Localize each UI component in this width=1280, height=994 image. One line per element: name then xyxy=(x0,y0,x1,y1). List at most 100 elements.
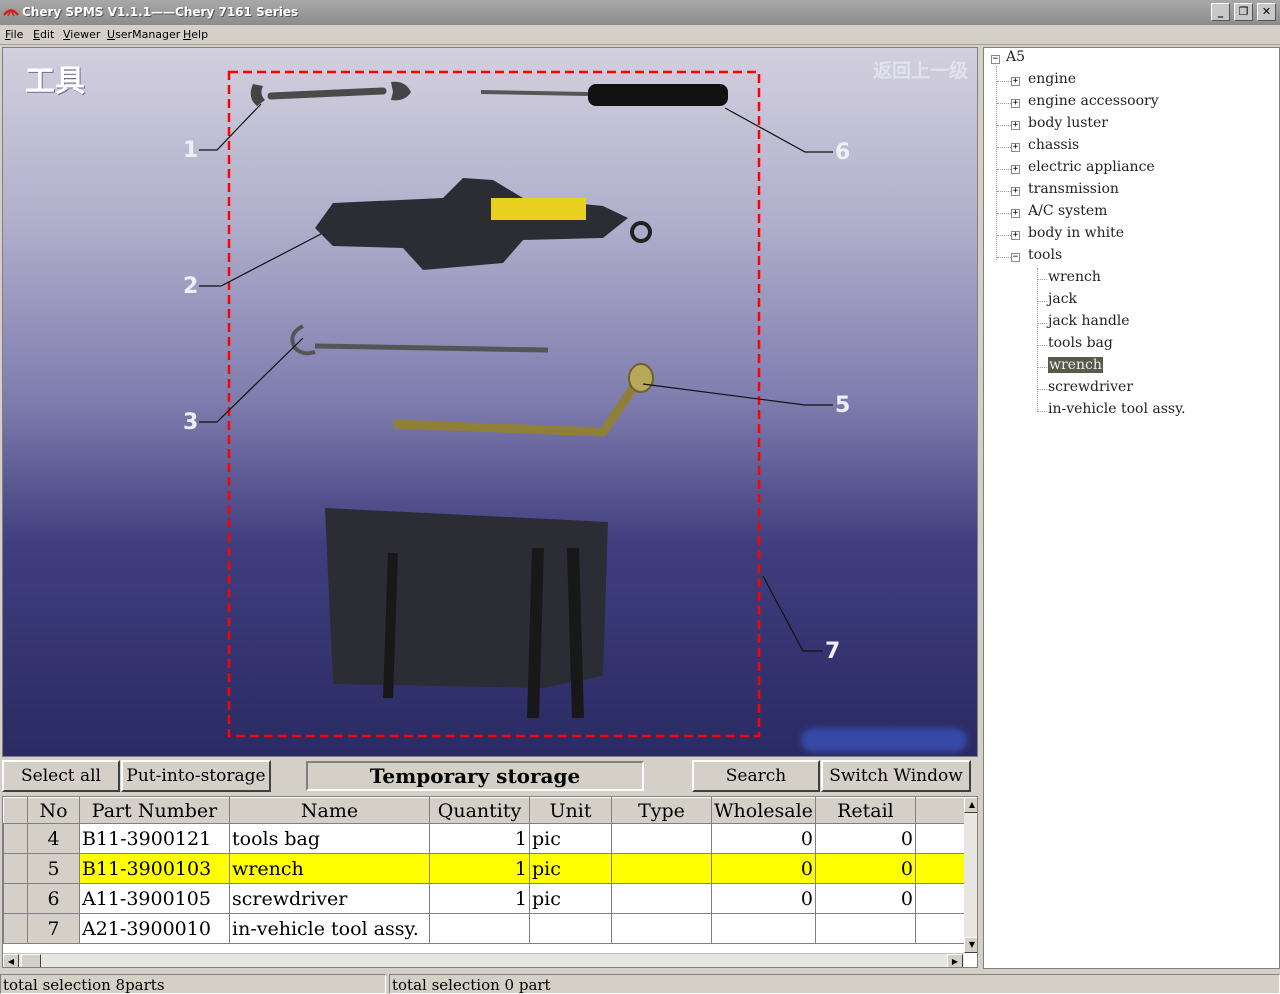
cell-part[interactable]: B11-3900121 xyxy=(79,823,230,854)
scroll-up-icon[interactable]: ▲ xyxy=(964,797,977,813)
root-collapse-icon[interactable]: − xyxy=(991,55,1000,64)
header-no[interactable]: No xyxy=(27,797,80,824)
callout-2[interactable]: 2 xyxy=(183,274,198,299)
cell-wholesale[interactable]: 0 xyxy=(711,883,816,914)
collapse-icon[interactable]: − xyxy=(1011,253,1020,262)
expand-icon[interactable]: + xyxy=(1011,187,1020,196)
cell-name[interactable]: tools bag xyxy=(229,823,430,854)
expand-icon[interactable]: + xyxy=(1011,121,1020,130)
expand-icon[interactable]: + xyxy=(1011,165,1020,174)
cell-no[interactable]: 5 xyxy=(27,853,80,884)
cell-wholesale[interactable]: 0 xyxy=(711,823,816,854)
tree-item-chassis[interactable]: chassis xyxy=(1028,137,1079,157)
parts-grid[interactable]: No Part Number Name Quantity Unit Type W… xyxy=(2,796,978,968)
parts-diagram[interactable]: 工具 返回上一级 1 2 3 5 6 7 xyxy=(2,47,978,757)
cell-qty[interactable] xyxy=(429,913,530,944)
expand-icon[interactable]: + xyxy=(1011,77,1020,86)
header-type[interactable]: Type xyxy=(611,797,712,824)
cell-type[interactable] xyxy=(611,883,712,914)
cell-qty[interactable]: 1 xyxy=(429,883,530,914)
cell-name[interactable]: screwdriver xyxy=(229,883,430,914)
cell-part[interactable]: B11-3900103 xyxy=(79,853,230,884)
cell-name[interactable]: in-vehicle tool assy. xyxy=(229,913,430,944)
select-all-button[interactable]: Select all xyxy=(2,760,120,792)
close-icon[interactable]: ✕ xyxy=(1257,3,1276,21)
parts-tree[interactable]: − A5 + engine + engine accessoory + body lust… xyxy=(983,47,1280,969)
cell-unit[interactable]: pic xyxy=(529,883,612,914)
put-into-storage-button[interactable]: Put-into-storage xyxy=(121,760,271,792)
expand-icon[interactable]: + xyxy=(1011,231,1020,240)
grid-horizontal-scrollbar[interactable]: ◀ ▶ xyxy=(3,953,964,967)
maximize-icon[interactable]: ❐ xyxy=(1234,3,1253,21)
tree-item-body-luster[interactable]: body luster xyxy=(1028,115,1108,135)
cell-retail[interactable]: 0 xyxy=(814,853,916,884)
tree-item-engine[interactable]: engine xyxy=(1028,71,1076,91)
tree-item-tools[interactable]: tools xyxy=(1028,247,1062,267)
header-unit[interactable]: Unit xyxy=(529,797,612,824)
cell-part[interactable]: A11-3900105 xyxy=(79,883,230,914)
expand-icon[interactable]: + xyxy=(1011,99,1020,108)
tree-item-transmission[interactable]: transmission xyxy=(1028,181,1119,201)
cell-unit[interactable]: pic xyxy=(529,823,612,854)
menu-edit[interactable]: Edit xyxy=(33,28,54,41)
table-row[interactable]: 4 B11-3900121 tools bag 1 pic 0 0 xyxy=(3,823,966,854)
tree-item-tools-wrench[interactable]: wrench xyxy=(1048,357,1103,377)
tree-item-engine-accessoory[interactable]: engine accessoory xyxy=(1028,93,1159,113)
tree-item-tools-in-vehicle-tool-assy-[interactable]: in-vehicle tool assy. xyxy=(1048,401,1186,421)
switch-window-button[interactable]: Switch Window xyxy=(821,760,971,792)
expand-icon[interactable]: + xyxy=(1011,209,1020,218)
header-part-number[interactable]: Part Number xyxy=(79,797,230,824)
cell-part[interactable]: A21-3900010 xyxy=(79,913,230,944)
cell-no[interactable]: 7 xyxy=(27,913,80,944)
callout-3[interactable]: 3 xyxy=(183,410,198,435)
table-row[interactable]: 7 A21-3900010 in-vehicle tool assy. xyxy=(3,913,966,944)
callout-7[interactable]: 7 xyxy=(825,639,840,664)
menu-usermanager[interactable]: UserManager xyxy=(107,28,180,41)
minimize-icon[interactable]: _ xyxy=(1211,3,1230,21)
row-indicator[interactable] xyxy=(3,853,28,884)
tree-item-a-c-system[interactable]: A/C system xyxy=(1028,203,1107,223)
tree-item-tools-jack[interactable]: jack xyxy=(1048,291,1077,311)
row-indicator[interactable] xyxy=(3,883,28,914)
tree-item-body-in-white[interactable]: body in white xyxy=(1028,225,1124,245)
cell-retail[interactable]: 0 xyxy=(814,823,916,854)
tree-item-tools-tools-bag[interactable]: tools bag xyxy=(1048,335,1113,355)
cell-qty[interactable]: 1 xyxy=(429,823,530,854)
row-indicator[interactable] xyxy=(3,913,28,944)
scroll-down-icon[interactable]: ▼ xyxy=(964,937,977,953)
cell-type[interactable] xyxy=(611,823,712,854)
search-button[interactable]: Search xyxy=(692,760,820,792)
cell-retail[interactable] xyxy=(814,913,916,944)
cell-name[interactable]: wrench xyxy=(229,853,430,884)
scroll-left-icon[interactable]: ◀ xyxy=(3,954,19,967)
tree-item-electric-appliance[interactable]: electric appliance xyxy=(1028,159,1155,179)
cell-no[interactable]: 6 xyxy=(27,883,80,914)
cell-type[interactable] xyxy=(611,913,712,944)
header-wholesale[interactable]: Wholesale xyxy=(711,797,816,824)
cell-unit[interactable] xyxy=(529,913,612,944)
tree-root-a5[interactable]: A5 xyxy=(1006,49,1025,69)
header-name[interactable]: Name xyxy=(229,797,430,824)
header-retail[interactable]: Retail xyxy=(814,797,916,824)
callout-6[interactable]: 6 xyxy=(835,140,850,165)
tree-item-tools-screwdriver[interactable]: screwdriver xyxy=(1048,379,1133,399)
cell-retail[interactable]: 0 xyxy=(814,883,916,914)
table-row[interactable]: 6 A11-3900105 screwdriver 1 pic 0 0 xyxy=(3,883,966,914)
menu-file[interactable]: File xyxy=(5,28,23,41)
cell-unit[interactable]: pic xyxy=(529,853,612,884)
row-indicator[interactable] xyxy=(3,823,28,854)
cell-wholesale[interactable]: 0 xyxy=(711,853,816,884)
menu-help[interactable]: Help xyxy=(183,28,208,41)
callout-1[interactable]: 1 xyxy=(183,138,198,163)
cell-qty[interactable]: 1 xyxy=(429,853,530,884)
table-row[interactable]: 5 B11-3900103 wrench 1 pic 0 0 xyxy=(3,853,966,884)
header-quantity[interactable]: Quantity xyxy=(429,797,530,824)
grid-vertical-scrollbar[interactable]: ▲ ▼ xyxy=(964,797,977,953)
tree-item-tools-jack-handle[interactable]: jack handle xyxy=(1048,313,1130,333)
scroll-right-icon[interactable]: ▶ xyxy=(947,954,963,967)
menu-viewer[interactable]: Viewer xyxy=(63,28,100,41)
tree-item-tools-wrench[interactable]: wrench xyxy=(1048,269,1101,289)
cell-type[interactable] xyxy=(611,853,712,884)
callout-5[interactable]: 5 xyxy=(835,393,850,418)
scroll-thumb[interactable] xyxy=(21,954,41,967)
